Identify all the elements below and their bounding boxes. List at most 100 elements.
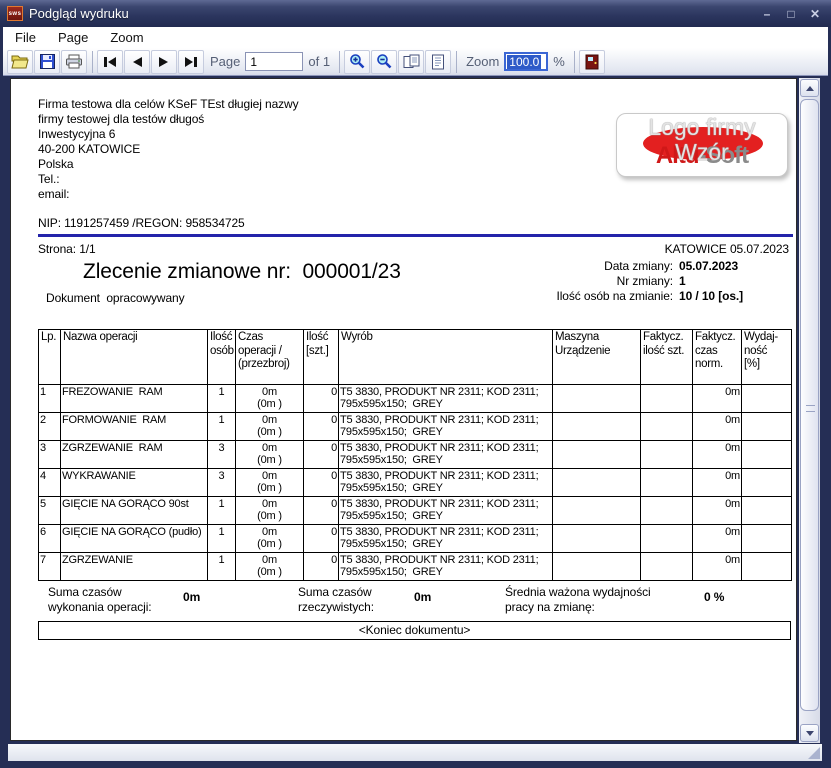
cell-maszyna bbox=[553, 441, 641, 469]
horizontal-scrollbar[interactable] bbox=[8, 744, 822, 761]
resize-grip[interactable] bbox=[808, 747, 820, 759]
prev-page-button[interactable] bbox=[124, 50, 150, 74]
cell-lp: 2 bbox=[39, 413, 61, 441]
col-ilosc-szt: Ilość [szt.] bbox=[304, 330, 339, 385]
cell-maszyna bbox=[553, 553, 641, 581]
cell-ilosc: 0 bbox=[304, 385, 339, 413]
open-button[interactable] bbox=[7, 50, 33, 74]
sum-operations-value: 0m bbox=[183, 590, 200, 604]
cell-maszyna bbox=[553, 385, 641, 413]
cell-czas: 0m (0m ) bbox=[236, 497, 304, 525]
meta-label: Data zmiany: bbox=[556, 259, 673, 274]
close-button[interactable]: ✕ bbox=[806, 6, 824, 22]
last-page-button[interactable] bbox=[178, 50, 204, 74]
company-line: email: bbox=[38, 187, 299, 202]
menu-page[interactable]: Page bbox=[55, 28, 99, 47]
cell-wyrob: T5 3830, PRODUKT NR 2311; KOD 2311; 795x… bbox=[339, 525, 553, 553]
cell-fakt-ilosc bbox=[641, 497, 693, 525]
percent-label: % bbox=[553, 54, 565, 69]
col-lp: Lp. bbox=[39, 330, 61, 385]
zoom-input[interactable]: 100.0 bbox=[504, 52, 548, 71]
col-faktycz-ilosc: Faktycz. ilość szt. bbox=[641, 330, 693, 385]
zoom-out-button[interactable] bbox=[371, 50, 397, 74]
cell-osob: 1 bbox=[208, 497, 236, 525]
cell-fakt-czas: 0m bbox=[693, 497, 742, 525]
col-faktycz-czas: Faktycz. czas norm. bbox=[693, 330, 742, 385]
fit-width-button[interactable] bbox=[398, 50, 424, 74]
prev-page-icon bbox=[130, 56, 144, 68]
menu-file[interactable]: File bbox=[12, 28, 47, 47]
window-title: Podgląd wydruku bbox=[29, 6, 758, 21]
logo-watermark-line: Logo firmy bbox=[617, 115, 787, 140]
zoom-label: Zoom bbox=[466, 54, 499, 69]
document-subtitle: Dokument opracowywany bbox=[46, 291, 185, 305]
company-line: firmy testowej dla testów długoś bbox=[38, 112, 299, 127]
open-icon bbox=[11, 55, 29, 69]
vertical-scrollbar[interactable] bbox=[799, 78, 820, 743]
cell-lp: 4 bbox=[39, 469, 61, 497]
document-title: Zlecenie zmianowe nr: 000001/23 bbox=[83, 260, 401, 284]
cell-maszyna bbox=[553, 469, 641, 497]
meta-label: Ilość osób na zmianie: bbox=[556, 289, 673, 304]
first-page-icon bbox=[103, 56, 117, 68]
cell-name: FORMOWANIE RAM bbox=[61, 413, 208, 441]
cell-maszyna bbox=[553, 497, 641, 525]
menu-zoom[interactable]: Zoom bbox=[107, 28, 154, 47]
cell-fakt-ilosc bbox=[641, 525, 693, 553]
page-label: Page bbox=[210, 54, 240, 69]
minimize-button[interactable]: – bbox=[758, 6, 776, 22]
table-header-row: Lp. Nazwa operacji Ilość osób Czas opera… bbox=[39, 330, 792, 385]
toolbar-separator bbox=[92, 51, 93, 73]
exit-button[interactable] bbox=[579, 50, 605, 74]
cell-name: ZGRZEWANIE bbox=[61, 553, 208, 581]
company-logo: Altu-Soft Logo firmy Wzór bbox=[616, 113, 788, 177]
print-button[interactable] bbox=[61, 50, 87, 74]
scrollbar-thumb[interactable] bbox=[800, 99, 819, 711]
city-date: KATOWICE 05.07.2023 bbox=[665, 242, 789, 256]
cell-osob: 1 bbox=[208, 525, 236, 553]
first-page-button[interactable] bbox=[97, 50, 123, 74]
company-address-block: Firma testowa dla celów KSeF TEst długie… bbox=[38, 97, 299, 202]
table-row: 6 GIĘCIE NA GORĄCO (pudło) 1 0m (0m ) 0 … bbox=[39, 525, 792, 553]
cell-lp: 6 bbox=[39, 525, 61, 553]
zoom-in-icon bbox=[349, 53, 366, 70]
scroll-up-button[interactable] bbox=[800, 79, 819, 97]
cell-wyrob: T5 3830, PRODUKT NR 2311; KOD 2311; 795x… bbox=[339, 497, 553, 525]
toolbar: Page of 1 Zoom 100.0 % bbox=[3, 48, 828, 76]
next-page-button[interactable] bbox=[151, 50, 177, 74]
meta-value: 1 bbox=[679, 274, 789, 289]
exit-icon bbox=[585, 54, 599, 70]
menubar: File Page Zoom bbox=[3, 27, 828, 48]
cell-czas: 0m (0m ) bbox=[236, 441, 304, 469]
toolbar-separator bbox=[339, 51, 340, 73]
maximize-button[interactable]: □ bbox=[782, 6, 800, 22]
cell-wydajnosc bbox=[742, 441, 792, 469]
cell-fakt-ilosc bbox=[641, 469, 693, 497]
zoom-out-icon bbox=[376, 53, 393, 70]
avg-efficiency-label: Średnia ważona wydajności pracy na zmian… bbox=[505, 585, 651, 615]
cell-wydajnosc bbox=[742, 385, 792, 413]
scroll-down-button[interactable] bbox=[800, 724, 819, 742]
save-button[interactable] bbox=[34, 50, 60, 74]
table-row: 1 FREZOWANIE RAM 1 0m (0m ) 0 T5 3830, P… bbox=[39, 385, 792, 413]
save-icon bbox=[40, 54, 55, 69]
meta-value: 05.07.2023 bbox=[679, 259, 789, 274]
cell-name: ZGRZEWANIE RAM bbox=[61, 441, 208, 469]
company-line: Firma testowa dla celów KSeF TEst długie… bbox=[38, 97, 299, 112]
cell-osob: 3 bbox=[208, 441, 236, 469]
cell-fakt-czas: 0m bbox=[693, 385, 742, 413]
titlebar: sws Podgląd wydruku – □ ✕ bbox=[0, 0, 831, 27]
cell-osob: 1 bbox=[208, 413, 236, 441]
cell-osob: 1 bbox=[208, 385, 236, 413]
avg-efficiency-value: 0 % bbox=[704, 590, 724, 604]
whole-page-button[interactable] bbox=[425, 50, 451, 74]
cell-lp: 5 bbox=[39, 497, 61, 525]
cell-name: WYKRAWANIE bbox=[61, 469, 208, 497]
page-input[interactable] bbox=[245, 52, 303, 71]
meta-label: Nr zmiany: bbox=[556, 274, 673, 289]
two-pages-icon bbox=[403, 54, 420, 69]
col-maszyna: Maszyna Urządzenie bbox=[553, 330, 641, 385]
cell-fakt-czas: 0m bbox=[693, 553, 742, 581]
zoom-in-button[interactable] bbox=[344, 50, 370, 74]
col-czas-operacji: Czas operacji / (przezbroj) bbox=[236, 330, 304, 385]
